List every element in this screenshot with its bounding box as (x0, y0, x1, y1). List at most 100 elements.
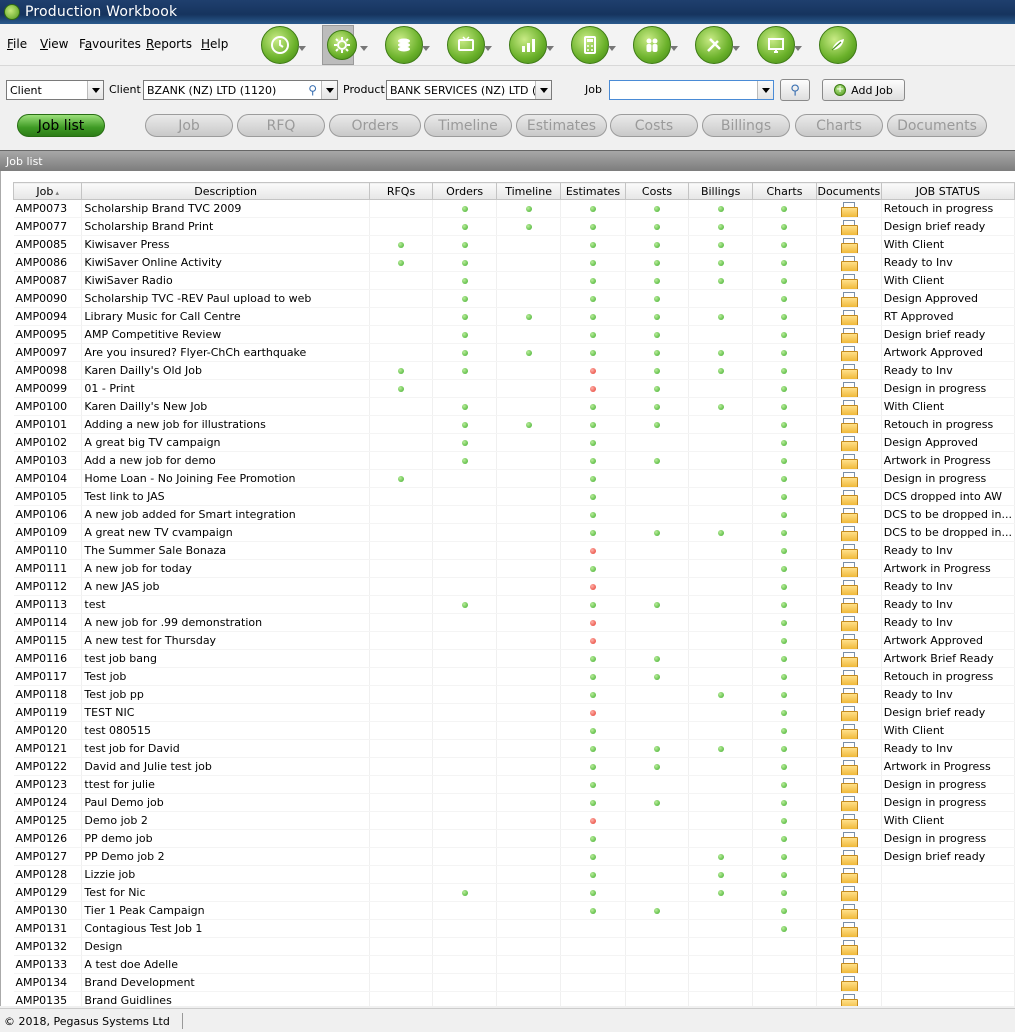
job-status-cell[interactable]: With Client (881, 397, 1015, 416)
job-cell[interactable]: AMP0105 (13, 487, 83, 506)
rfq-cell[interactable] (369, 847, 434, 866)
documents-cell[interactable] (816, 397, 882, 416)
chart-cell[interactable] (752, 721, 817, 740)
ord-cell[interactable] (432, 757, 497, 776)
rfq-cell[interactable] (369, 199, 434, 218)
est-cell[interactable] (560, 847, 626, 866)
chevron-down-icon[interactable] (546, 46, 554, 51)
cost-cell[interactable] (625, 757, 690, 776)
rfq-cell[interactable] (369, 505, 434, 524)
documents-cell[interactable] (816, 901, 882, 920)
chevron-down-icon[interactable] (670, 46, 678, 51)
tl-cell[interactable] (496, 487, 562, 506)
bill-cell[interactable] (688, 829, 754, 848)
rfq-cell[interactable] (369, 739, 434, 758)
bill-cell[interactable] (688, 379, 754, 398)
chart-cell[interactable] (752, 577, 817, 596)
documents-cell[interactable] (816, 505, 882, 524)
job-status-cell[interactable]: RT Approved (881, 307, 1015, 326)
folder-document-icon[interactable] (841, 273, 859, 289)
ord-cell[interactable] (432, 883, 497, 902)
tab-charts[interactable]: Charts (795, 114, 883, 137)
job-cell[interactable]: AMP0115 (13, 631, 83, 650)
ord-cell[interactable] (432, 343, 497, 362)
cost-cell[interactable] (625, 397, 690, 416)
menu-favourites[interactable]: Favourites (79, 37, 141, 51)
rfq-cell[interactable] (369, 523, 434, 542)
bill-cell[interactable] (688, 667, 754, 686)
tab-timeline[interactable]: Timeline (424, 114, 512, 137)
est-cell[interactable] (560, 667, 626, 686)
job-status-cell[interactable]: Design brief ready (881, 847, 1015, 866)
job-status-cell[interactable]: Retouch in progress (881, 415, 1015, 434)
chart-cell[interactable] (752, 991, 817, 1006)
job-cell[interactable]: AMP0106 (13, 505, 83, 524)
job-cell[interactable]: AMP0087 (13, 271, 83, 290)
cost-cell[interactable] (625, 577, 690, 596)
menu-help[interactable]: Help (201, 37, 228, 51)
rfq-cell[interactable] (369, 991, 434, 1006)
est-cell[interactable] (560, 433, 626, 452)
est-cell[interactable] (560, 271, 626, 290)
chart-cell[interactable] (752, 901, 817, 920)
rfq-cell[interactable] (369, 379, 434, 398)
chart-cell[interactable] (752, 739, 817, 758)
ord-cell[interactable] (432, 289, 497, 308)
rfq-cell[interactable] (369, 487, 434, 506)
job-status-cell[interactable] (881, 973, 1015, 992)
ord-cell[interactable] (432, 451, 497, 470)
cost-cell[interactable] (625, 379, 690, 398)
table-row[interactable]: AMP0134 Brand Development (13, 973, 1015, 992)
est-cell[interactable] (560, 199, 626, 218)
description-cell[interactable]: PP Demo job 2 (81, 847, 370, 866)
cost-cell[interactable] (625, 775, 690, 794)
leaf-icon[interactable] (819, 26, 857, 64)
bill-cell[interactable] (688, 883, 754, 902)
chart-cell[interactable] (752, 379, 817, 398)
job-status-cell[interactable] (881, 955, 1015, 974)
table-row[interactable]: AMP0090 Scholarship TVC -REV Paul upload … (13, 289, 1015, 308)
chevron-down-icon[interactable] (484, 46, 492, 51)
tl-cell[interactable] (496, 505, 562, 524)
bill-cell[interactable] (688, 289, 754, 308)
job-status-cell[interactable]: Artwork Approved (881, 343, 1015, 362)
rfq-cell[interactable] (369, 721, 434, 740)
chart-cell[interactable] (752, 325, 817, 344)
calculator-icon[interactable] (571, 26, 609, 64)
tl-cell[interactable] (496, 685, 562, 704)
job-status-cell[interactable]: Artwork in Progress (881, 559, 1015, 578)
job-cell[interactable]: AMP0073 (13, 199, 83, 218)
est-cell[interactable] (560, 595, 626, 614)
chart-cell[interactable] (752, 865, 817, 884)
rfq-cell[interactable] (369, 451, 434, 470)
bill-cell[interactable] (688, 451, 754, 470)
folder-document-icon[interactable] (841, 885, 859, 901)
job-cell[interactable]: AMP0128 (13, 865, 83, 884)
est-cell[interactable] (560, 613, 626, 632)
est-cell[interactable] (560, 811, 626, 830)
description-cell[interactable]: Karen Dailly's Old Job (81, 361, 370, 380)
table-row[interactable]: AMP0124 Paul Demo job Design in progress (13, 793, 1015, 812)
est-cell[interactable] (560, 937, 626, 956)
chart-cell[interactable] (752, 685, 817, 704)
job-cell[interactable]: AMP0134 (13, 973, 83, 992)
description-cell[interactable]: PP demo job (81, 829, 370, 848)
rfq-cell[interactable] (369, 271, 434, 290)
ord-cell[interactable] (432, 253, 497, 272)
folder-document-icon[interactable] (841, 309, 859, 325)
job-status-cell[interactable]: Retouch in progress (881, 199, 1015, 218)
description-cell[interactable]: Scholarship Brand Print (81, 217, 370, 236)
tl-cell[interactable] (496, 307, 562, 326)
job-cell[interactable]: AMP0129 (13, 883, 83, 902)
chart-cell[interactable] (752, 541, 817, 560)
chart-cell[interactable] (752, 775, 817, 794)
ord-cell[interactable] (432, 577, 497, 596)
table-row[interactable]: AMP0109 A great new TV cvampaign DCS to be… (13, 523, 1015, 542)
documents-cell[interactable] (816, 307, 882, 326)
ord-cell[interactable] (432, 487, 497, 506)
folder-document-icon[interactable] (841, 921, 859, 937)
chart-cell[interactable] (752, 757, 817, 776)
folder-document-icon[interactable] (841, 255, 859, 271)
rfq-cell[interactable] (369, 667, 434, 686)
bill-cell[interactable] (688, 901, 754, 920)
